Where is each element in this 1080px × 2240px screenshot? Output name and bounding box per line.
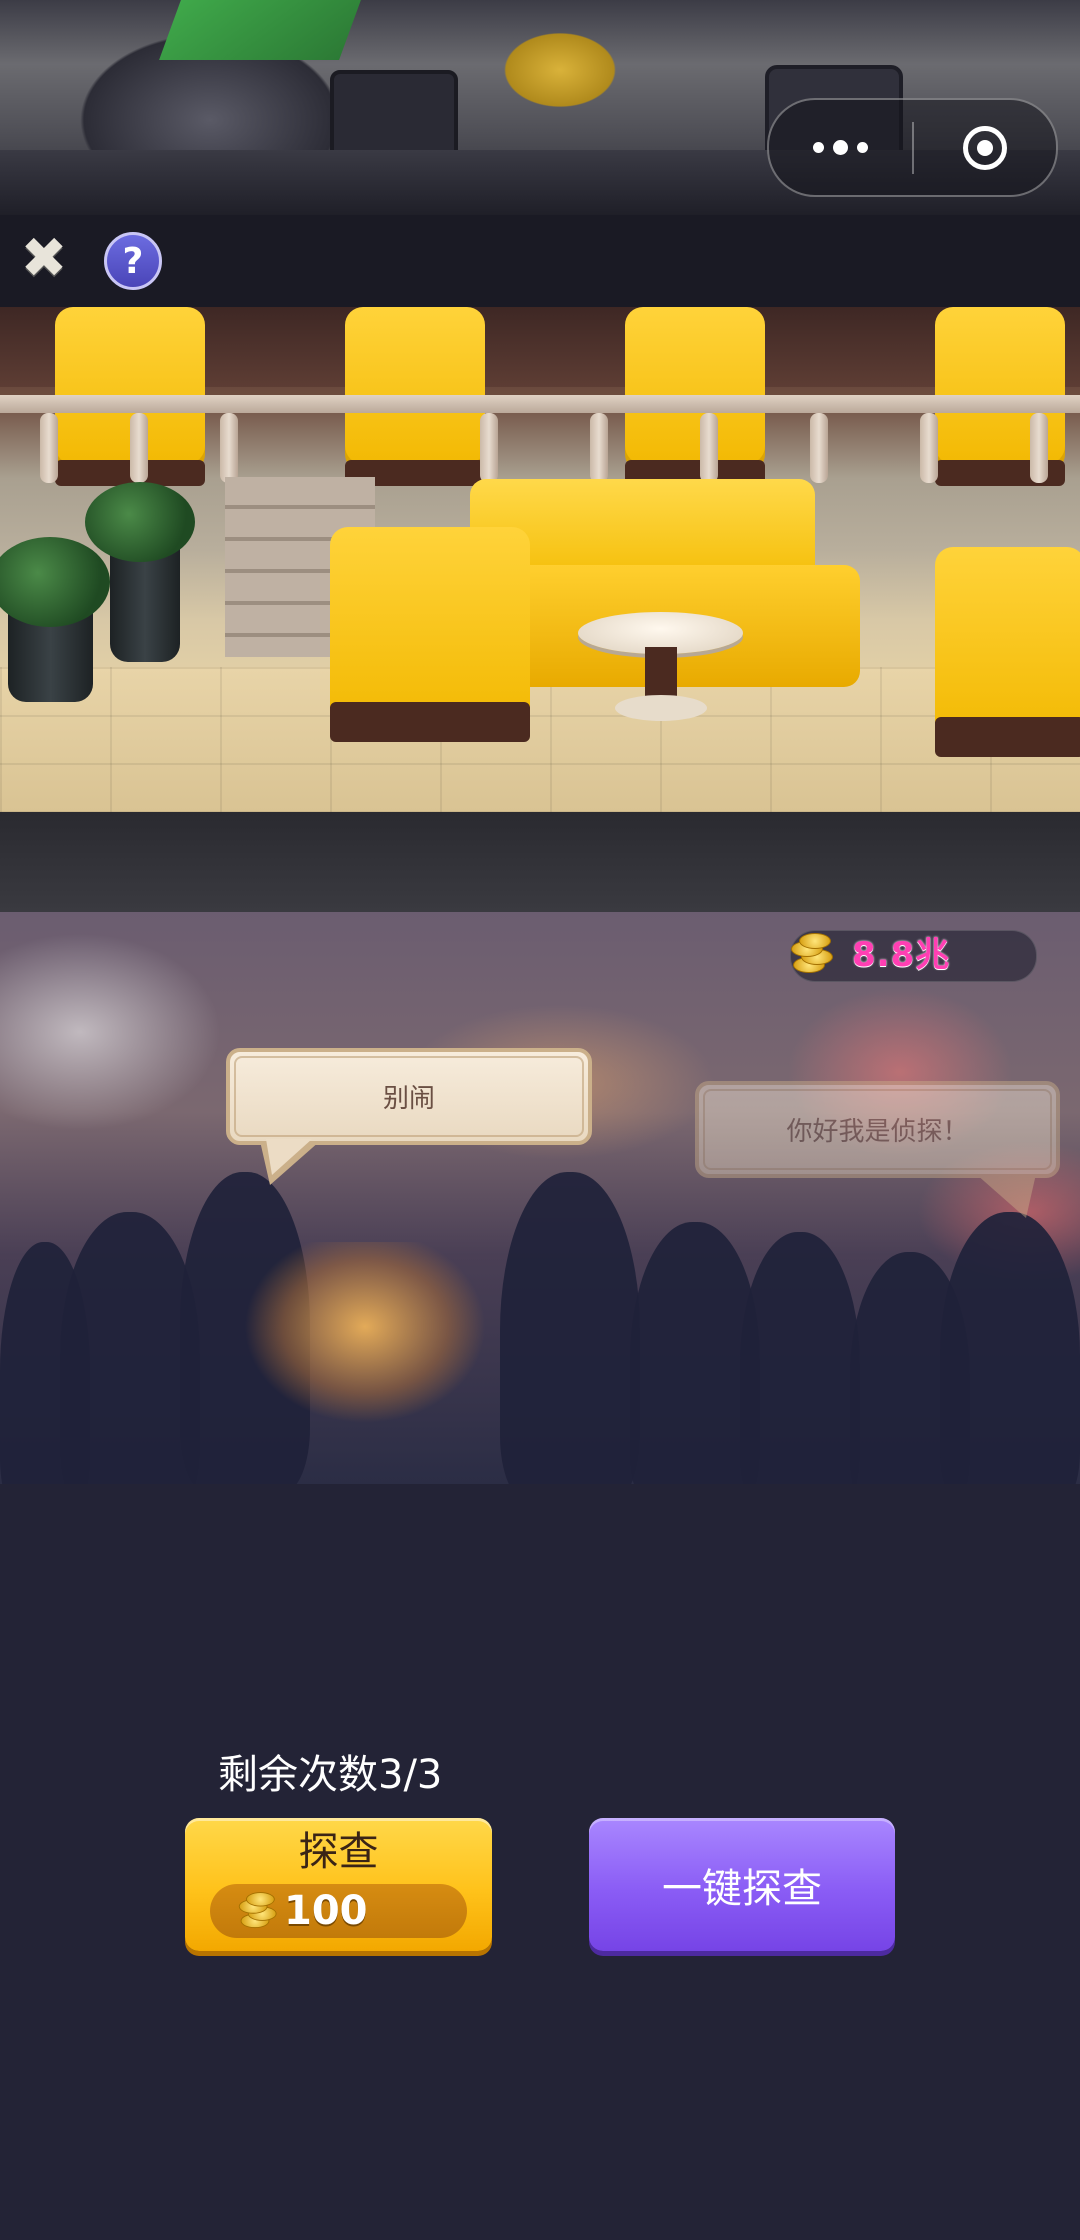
balcony-railing <box>0 395 1080 413</box>
scene-divider <box>0 812 1080 912</box>
baluster <box>40 413 58 483</box>
baluster <box>480 413 498 483</box>
baluster <box>700 413 718 483</box>
coffee-table-stem <box>645 647 677 702</box>
help-label: ? <box>122 240 144 282</box>
upper-armchair-3 <box>625 307 765 486</box>
crowd-scene <box>0 912 1080 1484</box>
one-key-probe-button[interactable]: 一键探查 <box>589 1818 895 1951</box>
potted-plant-mid <box>85 482 195 562</box>
crowd-silhouette <box>0 1242 90 1484</box>
gold-coins-icon <box>232 1888 278 1934</box>
close-x-icon: ✖ <box>20 226 68 291</box>
spotlight-suspect <box>215 1242 515 1484</box>
capsule-close-button[interactable] <box>914 100 1057 195</box>
bubble-tail-inner <box>266 1139 312 1175</box>
potted-plant-left <box>0 537 110 627</box>
miniprogram-capsule <box>767 98 1058 197</box>
speech-bubble-left-text: 别闹 <box>382 1084 435 1114</box>
baluster <box>590 413 608 483</box>
baluster <box>130 413 148 483</box>
banner-green-patch <box>159 0 361 60</box>
close-button[interactable]: ✖ <box>14 229 74 289</box>
probe-button[interactable]: 探查 100 <box>185 1818 492 1951</box>
currency-value: 8.8兆 <box>852 935 951 975</box>
front-armchair-left <box>330 527 530 742</box>
lobby-floor <box>0 667 1080 812</box>
gold-coins-icon <box>780 925 838 983</box>
baluster <box>920 413 938 483</box>
more-button[interactable] <box>769 100 912 195</box>
crowd-silhouette <box>940 1212 1080 1484</box>
help-button[interactable]: ? <box>104 232 162 290</box>
probe-button-label: 探查 <box>298 1829 379 1875</box>
front-armchair-right <box>935 547 1080 757</box>
bubble-tail <box>976 1174 1036 1218</box>
coffee-table-base <box>615 695 707 721</box>
crowd-silhouette <box>740 1232 860 1484</box>
crowd-silhouette <box>500 1172 640 1484</box>
one-key-probe-label: 一键探查 <box>662 1865 822 1912</box>
probe-cost-pill: 100 <box>210 1884 467 1938</box>
baluster <box>220 413 238 483</box>
speech-bubble-left[interactable]: 别闹 <box>226 1048 592 1185</box>
baluster <box>1030 413 1048 483</box>
more-dots-icon <box>812 140 868 155</box>
probe-cost-value: 100 <box>284 1888 368 1934</box>
lobby-scene <box>0 307 1080 812</box>
remaining-attempts: 剩余次数3/3 <box>218 1752 443 1798</box>
speech-bubble-right[interactable]: 你好我是侦探！ <box>695 1081 1060 1218</box>
toolbar <box>0 215 1080 307</box>
speech-bubble-right-text: 你好我是侦探！ <box>786 1117 969 1147</box>
upper-armchair-2 <box>345 307 485 486</box>
target-circle-icon <box>962 125 1007 170</box>
baluster <box>810 413 828 483</box>
